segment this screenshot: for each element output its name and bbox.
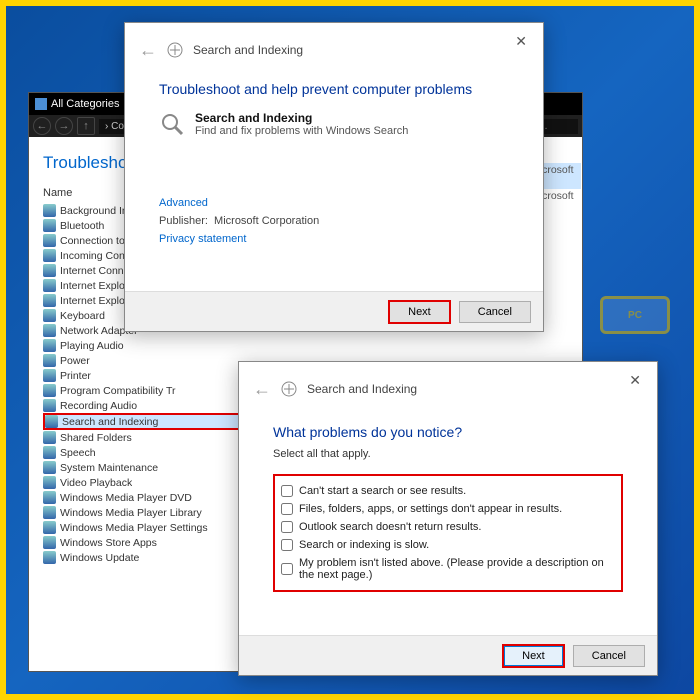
item-label: Recording Audio (60, 400, 137, 412)
dialog-header: ← Search and Indexing ✕ (239, 362, 657, 416)
dialog-title: Search and Indexing (307, 382, 417, 396)
item-icon (43, 264, 56, 277)
item-label: Keyboard (60, 310, 105, 322)
option-label: Files, folders, apps, or settings don't … (299, 503, 562, 515)
problem-option[interactable]: Search or indexing is slow. (279, 536, 617, 554)
checkbox[interactable] (281, 521, 293, 533)
troubleshooter-dialog-problems: ← Search and Indexing ✕ What problems do… (238, 361, 658, 676)
item-icon (43, 354, 56, 367)
item-icon (43, 431, 56, 444)
checkbox[interactable] (281, 503, 293, 515)
dialog-heading: What problems do you notice? (273, 424, 623, 440)
dialog-header: ← Search and Indexing ✕ (125, 23, 543, 77)
dialog-footer: Next Cancel (125, 291, 543, 331)
dialog-heading: Troubleshoot and help prevent computer p… (159, 81, 509, 97)
item-icon (43, 551, 56, 564)
close-button[interactable]: ✕ (623, 370, 647, 391)
item-label: Video Playback (60, 477, 132, 489)
checkbox[interactable] (281, 539, 293, 551)
item-label: Search and Indexing (62, 416, 158, 428)
item-label: Windows Media Player DVD (60, 492, 192, 504)
item-icon (43, 446, 56, 459)
problem-option[interactable]: Outlook search doesn't return results. (279, 518, 617, 536)
item-label: Windows Media Player Settings (60, 522, 208, 534)
item-icon (43, 249, 56, 262)
back-button[interactable]: ← (139, 40, 157, 61)
troubleshoot-icon (281, 381, 297, 397)
publisher-row: Publisher: Microsoft Corporation (159, 215, 509, 227)
problem-options: Can't start a search or see results. File… (273, 474, 623, 592)
summary-title: Search and Indexing (195, 111, 408, 125)
item-label: Power (60, 355, 90, 367)
item-label: Playing Audio (60, 340, 124, 352)
close-button[interactable]: ✕ (509, 31, 533, 52)
option-label: Outlook search doesn't return results. (299, 521, 481, 533)
item-icon (43, 369, 56, 382)
dialog-body: What problems do you notice? Select all … (239, 416, 657, 602)
option-label: My problem isn't listed above. (Please p… (299, 557, 615, 581)
nav-up-button[interactable]: ↑ (77, 117, 95, 135)
item-icon (43, 399, 56, 412)
item-icon (43, 384, 56, 397)
item-icon (43, 309, 56, 322)
item-label: Printer (60, 370, 91, 382)
item-icon (43, 219, 56, 232)
option-label: Can't start a search or see results. (299, 485, 466, 497)
troubleshooter-summary: Search and Indexing Find and fix problem… (159, 111, 509, 137)
next-button[interactable]: Next (502, 644, 565, 668)
troubleshoot-icon (167, 42, 183, 58)
item-icon (43, 339, 56, 352)
back-button[interactable]: ← (253, 379, 271, 400)
item-icon (43, 476, 56, 489)
dialog-footer: Next Cancel (239, 635, 657, 675)
nav-back-button[interactable]: ← (33, 117, 51, 135)
item-icon (43, 506, 56, 519)
watermark-badge: PC (600, 296, 670, 334)
item-label: Shared Folders (60, 432, 132, 444)
advanced-link[interactable]: Advanced (159, 197, 509, 209)
item-icon (43, 204, 56, 217)
item-label: Windows Update (60, 552, 139, 564)
item-icon (43, 279, 56, 292)
problem-option[interactable]: Files, folders, apps, or settings don't … (279, 500, 617, 518)
cancel-button[interactable]: Cancel (573, 645, 645, 667)
item-label: Windows Media Player Library (60, 507, 202, 519)
nav-forward-button[interactable]: → (55, 117, 73, 135)
dialog-title: Search and Indexing (193, 43, 303, 57)
window-icon (35, 98, 47, 110)
item-label: Speech (60, 447, 96, 459)
item-icon (43, 461, 56, 474)
list-item[interactable]: Playing Audio (43, 338, 568, 353)
item-label: Bluetooth (60, 220, 104, 232)
problem-option[interactable]: My problem isn't listed above. (Please p… (279, 554, 617, 584)
publisher-value: Microsoft Corporation (214, 215, 319, 227)
checkbox[interactable] (281, 485, 293, 497)
search-icon (159, 111, 185, 137)
item-label: System Maintenance (60, 462, 158, 474)
item-label: Program Compatibility Tr (60, 385, 176, 397)
item-icon (43, 521, 56, 534)
window-title: All Categories (51, 93, 119, 115)
item-icon (43, 234, 56, 247)
dialog-instruction: Select all that apply. (273, 448, 623, 460)
item-icon (45, 415, 58, 428)
summary-desc: Find and fix problems with Windows Searc… (195, 125, 408, 137)
item-icon (43, 536, 56, 549)
item-icon (43, 294, 56, 307)
problem-option[interactable]: Can't start a search or see results. (279, 482, 617, 500)
troubleshooter-dialog-intro: ← Search and Indexing ✕ Troubleshoot and… (124, 22, 544, 332)
cancel-button[interactable]: Cancel (459, 301, 531, 323)
publisher-label: Publisher: (159, 215, 208, 227)
option-label: Search or indexing is slow. (299, 539, 429, 551)
dialog-body: Troubleshoot and help prevent computer p… (125, 77, 543, 255)
item-icon (43, 491, 56, 504)
checkbox[interactable] (281, 563, 293, 575)
item-icon (43, 324, 56, 337)
item-label: Windows Store Apps (60, 537, 157, 549)
privacy-link[interactable]: Privacy statement (159, 233, 509, 245)
next-button[interactable]: Next (388, 300, 451, 324)
